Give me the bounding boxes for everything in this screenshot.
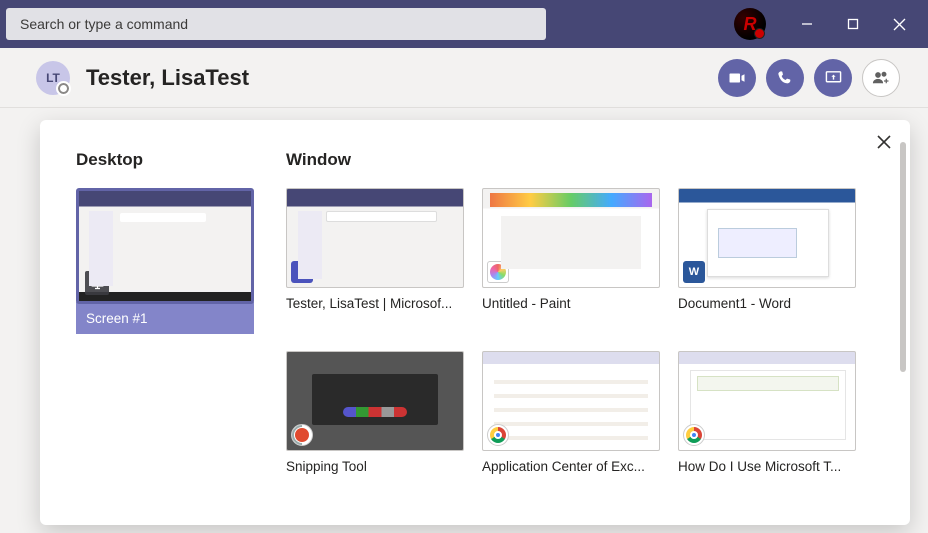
phone-icon xyxy=(777,70,793,86)
window-thumbnail: T xyxy=(286,188,464,288)
desktop-section: Desktop Screen #1 xyxy=(76,150,266,515)
org-avatar-initial: R xyxy=(744,14,757,35)
chrome-icon xyxy=(683,424,705,446)
chrome-icon xyxy=(487,424,509,446)
share-screen-button[interactable] xyxy=(814,59,852,97)
window-section: Window T Tester, LisaTest | Microsof... … xyxy=(286,150,874,515)
add-people-button[interactable] xyxy=(862,59,900,97)
desktop-heading: Desktop xyxy=(76,150,266,170)
window-label: Snipping Tool xyxy=(286,459,464,474)
scrollbar[interactable] xyxy=(900,142,906,372)
minimize-icon xyxy=(801,18,813,30)
window-label: Tester, LisaTest | Microsof... xyxy=(286,296,464,311)
chat-header: LT Tester, LisaTest xyxy=(0,48,928,108)
video-call-button[interactable] xyxy=(718,59,756,97)
window-minimize-button[interactable] xyxy=(784,0,830,48)
titlebar-right-controls: R xyxy=(734,0,922,48)
monitor-icon xyxy=(85,271,109,295)
window-share-option[interactable]: W Document1 - Word xyxy=(678,188,856,311)
window-label: How Do I Use Microsoft T... xyxy=(678,459,856,474)
share-screen-icon xyxy=(825,69,842,86)
command-search-input[interactable]: Search or type a command xyxy=(6,8,546,40)
window-grid: T Tester, LisaTest | Microsof... Untitle… xyxy=(286,188,874,496)
window-share-option[interactable]: T Tester, LisaTest | Microsof... xyxy=(286,188,464,311)
window-label: Document1 - Word xyxy=(678,296,856,311)
audio-call-button[interactable] xyxy=(766,59,804,97)
window-thumbnail: W xyxy=(678,188,856,288)
window-maximize-button[interactable] xyxy=(830,0,876,48)
app-title-bar: Search or type a command R xyxy=(0,0,928,48)
desktop-share-option[interactable]: Screen #1 xyxy=(76,188,254,334)
contact-avatar[interactable]: LT xyxy=(36,61,70,95)
share-content-panel: Desktop Screen #1 Window T Tester, LisaT… xyxy=(40,120,910,525)
contact-name: Tester, LisaTest xyxy=(86,65,249,91)
window-share-option[interactable]: Application Center of Exc... xyxy=(482,351,660,474)
video-icon xyxy=(728,69,746,87)
contact-avatar-initials: LT xyxy=(46,71,60,85)
window-thumbnail xyxy=(286,351,464,451)
paint-icon xyxy=(487,261,509,283)
window-thumbnail xyxy=(482,188,660,288)
window-share-option[interactable]: Untitled - Paint xyxy=(482,188,660,311)
add-people-icon xyxy=(872,69,890,87)
maximize-icon xyxy=(847,18,859,30)
word-icon: W xyxy=(683,261,705,283)
window-thumbnail xyxy=(482,351,660,451)
window-close-button[interactable] xyxy=(876,0,922,48)
window-label: Application Center of Exc... xyxy=(482,459,660,474)
chat-header-actions xyxy=(718,59,900,97)
close-icon xyxy=(876,134,892,150)
window-heading: Window xyxy=(286,150,874,170)
window-thumbnail xyxy=(678,351,856,451)
window-label: Untitled - Paint xyxy=(482,296,660,311)
share-panel-close-button[interactable] xyxy=(876,134,892,155)
window-share-option[interactable]: How Do I Use Microsoft T... xyxy=(678,351,856,474)
desktop-label: Screen #1 xyxy=(76,302,254,334)
window-share-option[interactable]: Snipping Tool xyxy=(286,351,464,474)
close-icon xyxy=(893,18,906,31)
search-placeholder-text: Search or type a command xyxy=(20,16,188,32)
org-avatar[interactable]: R xyxy=(734,8,766,40)
desktop-thumbnail xyxy=(76,188,254,304)
snipping-tool-icon xyxy=(291,424,313,446)
teams-icon: T xyxy=(291,261,313,283)
